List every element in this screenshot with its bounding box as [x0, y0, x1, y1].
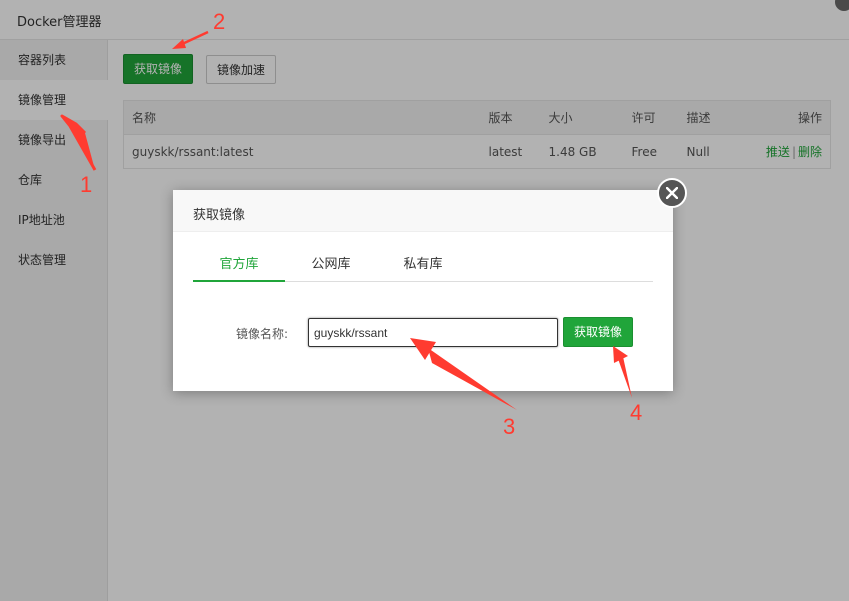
tab-official[interactable]: 官方库: [193, 252, 285, 282]
tab-public[interactable]: 公网库: [285, 252, 377, 282]
annotation-label-2: 2: [213, 9, 226, 34]
dialog-close-button[interactable]: [657, 178, 687, 208]
dialog-header: 获取镜像: [173, 190, 673, 232]
close-icon: [666, 187, 678, 199]
annotation-label-3: 3: [503, 414, 516, 439]
annotation-label-4: 4: [630, 400, 643, 425]
annotation-label-1: 1: [80, 172, 93, 197]
image-name-label: 镜像名称:: [236, 327, 289, 341]
dialog-pull-image-button[interactable]: 获取镜像: [563, 317, 633, 347]
pull-image-dialog: 获取镜像 官方库 公网库 私有库 镜像名称: 获取镜像: [173, 178, 687, 391]
image-name-input[interactable]: [308, 318, 558, 347]
dialog-title: 获取镜像: [193, 208, 246, 223]
tab-private[interactable]: 私有库: [377, 252, 469, 282]
registry-tabs: 官方库 公网库 私有库: [193, 252, 653, 282]
